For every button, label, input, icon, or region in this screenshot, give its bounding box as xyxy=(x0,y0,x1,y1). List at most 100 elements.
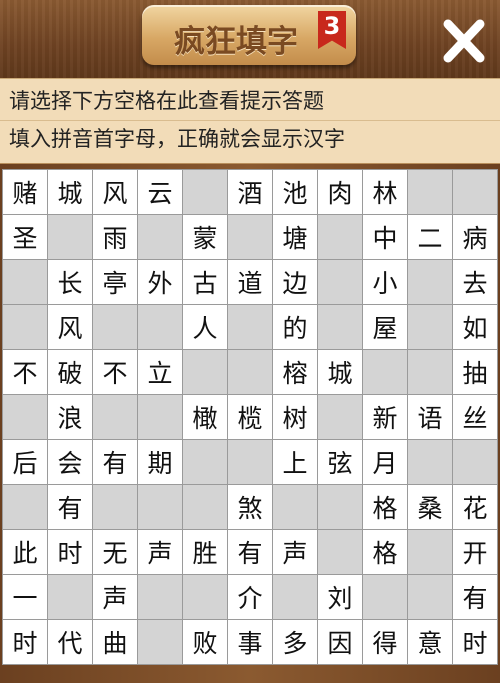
grid-cell-empty[interactable] xyxy=(48,215,92,259)
grid-cell-letter[interactable]: 声 xyxy=(138,530,182,574)
grid-cell-letter[interactable]: 树 xyxy=(273,395,317,439)
grid-cell-letter[interactable]: 肉 xyxy=(318,170,362,214)
grid-cell-letter[interactable]: 边 xyxy=(273,260,317,304)
grid-cell-letter[interactable]: 如 xyxy=(453,305,497,349)
grid-cell-letter[interactable]: 煞 xyxy=(228,485,272,529)
grid-cell-empty[interactable] xyxy=(183,485,227,529)
grid-cell-empty[interactable] xyxy=(183,350,227,394)
grid-cell-letter[interactable]: 格 xyxy=(363,530,407,574)
grid-cell-empty[interactable] xyxy=(363,350,407,394)
grid-cell-letter[interactable]: 云 xyxy=(138,170,182,214)
grid-cell-empty[interactable] xyxy=(408,530,452,574)
grid-cell-letter[interactable]: 代 xyxy=(48,620,92,664)
grid-cell-empty[interactable] xyxy=(408,170,452,214)
grid-cell-empty[interactable] xyxy=(318,395,362,439)
grid-cell-empty[interactable] xyxy=(3,305,47,349)
grid-cell-empty[interactable] xyxy=(408,305,452,349)
grid-cell-empty[interactable] xyxy=(138,395,182,439)
grid-cell-letter[interactable]: 上 xyxy=(273,440,317,484)
grid-cell-letter[interactable]: 橄 xyxy=(183,395,227,439)
grid-cell-letter[interactable]: 期 xyxy=(138,440,182,484)
grid-cell-letter[interactable]: 胜 xyxy=(183,530,227,574)
grid-cell-empty[interactable] xyxy=(3,260,47,304)
grid-cell-empty[interactable] xyxy=(318,215,362,259)
grid-cell-letter[interactable]: 有 xyxy=(48,485,92,529)
grid-cell-letter[interactable]: 榄 xyxy=(228,395,272,439)
grid-cell-empty[interactable] xyxy=(228,440,272,484)
grid-cell-empty[interactable] xyxy=(273,485,317,529)
grid-cell-letter[interactable]: 病 xyxy=(453,215,497,259)
grid-cell-letter[interactable]: 开 xyxy=(453,530,497,574)
grid-cell-empty[interactable] xyxy=(273,575,317,619)
grid-cell-empty[interactable] xyxy=(3,395,47,439)
grid-cell-letter[interactable]: 道 xyxy=(228,260,272,304)
grid-cell-letter[interactable]: 小 xyxy=(363,260,407,304)
grid-cell-letter[interactable]: 此 xyxy=(3,530,47,574)
grid-cell-letter[interactable]: 声 xyxy=(273,530,317,574)
grid-cell-empty[interactable] xyxy=(93,395,137,439)
grid-cell-letter[interactable]: 林 xyxy=(363,170,407,214)
grid-cell-letter[interactable]: 语 xyxy=(408,395,452,439)
grid-cell-empty[interactable] xyxy=(138,485,182,529)
grid-cell-letter[interactable]: 时 xyxy=(453,620,497,664)
grid-cell-empty[interactable] xyxy=(228,305,272,349)
grid-cell-empty[interactable] xyxy=(138,215,182,259)
grid-cell-empty[interactable] xyxy=(138,305,182,349)
grid-cell-letter[interactable]: 有 xyxy=(228,530,272,574)
grid-cell-empty[interactable] xyxy=(3,485,47,529)
grid-cell-letter[interactable]: 长 xyxy=(48,260,92,304)
grid-cell-letter[interactable]: 人 xyxy=(183,305,227,349)
grid-cell-empty[interactable] xyxy=(183,170,227,214)
grid-cell-letter[interactable]: 风 xyxy=(48,305,92,349)
grid-cell-letter[interactable]: 败 xyxy=(183,620,227,664)
grid-cell-empty[interactable] xyxy=(183,440,227,484)
grid-cell-empty[interactable] xyxy=(93,305,137,349)
grid-cell-letter[interactable]: 事 xyxy=(228,620,272,664)
grid-cell-letter[interactable]: 浪 xyxy=(48,395,92,439)
grid-cell-empty[interactable] xyxy=(408,575,452,619)
grid-cell-letter[interactable]: 介 xyxy=(228,575,272,619)
grid-cell-empty[interactable] xyxy=(93,485,137,529)
grid-cell-letter[interactable]: 桑 xyxy=(408,485,452,529)
grid-cell-letter[interactable]: 塘 xyxy=(273,215,317,259)
grid-cell-letter[interactable]: 古 xyxy=(183,260,227,304)
grid-cell-letter[interactable]: 月 xyxy=(363,440,407,484)
grid-cell-letter[interactable]: 有 xyxy=(453,575,497,619)
grid-cell-letter[interactable]: 丝 xyxy=(453,395,497,439)
grid-cell-letter[interactable]: 榕 xyxy=(273,350,317,394)
grid-cell-letter[interactable]: 多 xyxy=(273,620,317,664)
grid-cell-letter[interactable]: 花 xyxy=(453,485,497,529)
grid-cell-letter[interactable]: 城 xyxy=(318,350,362,394)
grid-cell-letter[interactable]: 二 xyxy=(408,215,452,259)
grid-cell-letter[interactable]: 因 xyxy=(318,620,362,664)
grid-cell-empty[interactable] xyxy=(408,350,452,394)
grid-cell-letter[interactable]: 中 xyxy=(363,215,407,259)
grid-cell-letter[interactable]: 弦 xyxy=(318,440,362,484)
grid-cell-letter[interactable]: 抽 xyxy=(453,350,497,394)
close-button[interactable] xyxy=(436,14,492,68)
grid-cell-letter[interactable]: 刘 xyxy=(318,575,362,619)
grid-cell-letter[interactable]: 酒 xyxy=(228,170,272,214)
grid-cell-letter[interactable]: 雨 xyxy=(93,215,137,259)
grid-cell-empty[interactable] xyxy=(453,440,497,484)
grid-cell-empty[interactable] xyxy=(138,575,182,619)
grid-cell-empty[interactable] xyxy=(453,170,497,214)
grid-cell-letter[interactable]: 曲 xyxy=(93,620,137,664)
grid-cell-letter[interactable]: 得 xyxy=(363,620,407,664)
grid-cell-letter[interactable]: 去 xyxy=(453,260,497,304)
grid-cell-empty[interactable] xyxy=(318,530,362,574)
grid-cell-letter[interactable]: 有 xyxy=(93,440,137,484)
grid-cell-letter[interactable]: 会 xyxy=(48,440,92,484)
grid-cell-letter[interactable]: 时 xyxy=(48,530,92,574)
grid-cell-letter[interactable]: 时 xyxy=(3,620,47,664)
grid-cell-letter[interactable]: 的 xyxy=(273,305,317,349)
grid-cell-letter[interactable]: 蒙 xyxy=(183,215,227,259)
grid-cell-letter[interactable]: 不 xyxy=(93,350,137,394)
grid-cell-letter[interactable]: 不 xyxy=(3,350,47,394)
grid-cell-letter[interactable]: 外 xyxy=(138,260,182,304)
grid-cell-letter[interactable]: 圣 xyxy=(3,215,47,259)
grid-cell-letter[interactable]: 城 xyxy=(48,170,92,214)
grid-cell-letter[interactable]: 新 xyxy=(363,395,407,439)
grid-cell-letter[interactable]: 屋 xyxy=(363,305,407,349)
grid-cell-letter[interactable]: 无 xyxy=(93,530,137,574)
